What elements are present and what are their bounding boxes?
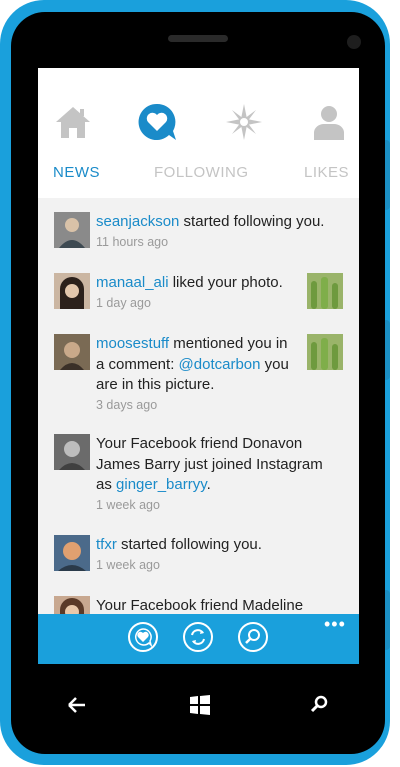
timestamp: 1 week ago [96,558,160,572]
heart-bubble-icon[interactable] [137,102,177,142]
refresh-button[interactable] [183,622,213,652]
tab-news[interactable]: NEWS [53,164,100,181]
list-item[interactable]: manaal_ali liked your photo. 1 day ago [54,273,354,323]
timestamp: 11 hours ago [96,235,169,249]
timestamp: 1 day ago [96,296,151,310]
app-bar: ••• [38,614,359,664]
app-screen: NEWS FOLLOWING LIKES seanjackson started… [38,68,359,664]
back-key[interactable] [66,694,88,721]
person-icon[interactable] [309,102,349,142]
item-text: moosestuff mentioned you in a comment: @… [96,335,289,393]
back-arrow-icon [68,697,85,713]
tab-header: NEWS FOLLOWING LIKES [38,68,359,198]
photo-thumbnail[interactable] [307,334,343,370]
search-icon [310,695,328,713]
more-button[interactable]: ••• [324,614,346,635]
windows-logo-icon [190,695,210,715]
item-text: Your Facebook friend Donavon James Barry… [96,435,323,493]
compass-icon[interactable] [224,102,264,142]
tab-likes[interactable]: LIKES [304,164,349,181]
list-item[interactable]: Your Facebook friend Donavon James Barry… [54,434,354,524]
username-link[interactable]: manaal_ali [96,274,169,291]
search-button[interactable] [238,622,268,652]
item-text: seanjackson started following you. [96,213,325,230]
list-item[interactable]: seanjackson started following you. 11 ho… [54,212,354,262]
username-link[interactable]: ginger_barryy [116,476,207,493]
timestamp: 1 week ago [96,498,160,512]
avatar[interactable] [54,273,90,309]
photo-thumbnail[interactable] [307,273,343,309]
front-camera [347,35,361,49]
news-feed: seanjackson started following you. 11 ho… [38,198,359,632]
list-item[interactable]: tfxr started following you. 1 week ago [54,535,354,585]
refresh-icon [191,629,205,645]
heart-bubble-icon [135,628,153,648]
item-text: manaal_ali liked your photo. [96,274,283,291]
start-key[interactable] [189,694,211,721]
heart-bubble-button[interactable] [128,622,158,652]
avatar[interactable] [54,334,90,370]
username-link[interactable]: seanjackson [96,213,179,230]
username-link[interactable]: tfxr [96,536,117,553]
avatar[interactable] [54,434,90,470]
mention-link[interactable]: @dotcarbon [179,356,261,373]
avatar[interactable] [54,212,90,248]
avatar[interactable] [54,535,90,571]
username-link[interactable]: moosestuff [96,335,169,352]
tab-following[interactable]: FOLLOWING [154,164,249,181]
timestamp: 3 days ago [96,398,158,412]
item-text: tfxr started following you. [96,536,262,553]
speaker-grille [168,35,228,42]
search-key[interactable] [310,694,330,719]
list-item[interactable]: moosestuff mentioned you in a comment: @… [54,334,354,424]
search-icon [245,629,260,644]
home-icon[interactable] [53,102,93,142]
